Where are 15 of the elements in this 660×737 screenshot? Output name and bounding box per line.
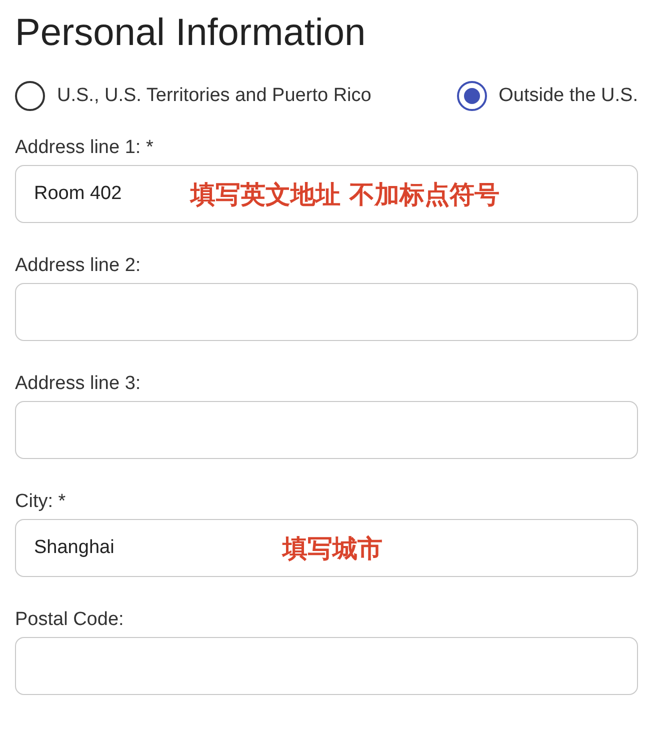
field-label: Address line 1: * xyxy=(15,137,154,159)
text-field[interactable] xyxy=(15,637,638,695)
field-label: Address line 2: xyxy=(15,255,142,277)
text-field[interactable] xyxy=(15,401,638,459)
radio-label[interactable]: Outside the U.S. xyxy=(498,85,638,107)
radio-button[interactable] xyxy=(456,81,487,111)
field-label: Postal Code: xyxy=(15,609,125,631)
annotation-text: 填写英文地址 不加标点符号 xyxy=(190,179,500,211)
field-label: City: * xyxy=(15,491,67,513)
annotation-text: 填写城市 xyxy=(282,533,382,565)
radio-label[interactable]: U.S., U.S. Territories and Puerto Rico xyxy=(57,85,372,107)
page-title: Personal Information xyxy=(15,12,367,55)
field-label: Address line 3: xyxy=(15,373,142,395)
radio-button[interactable] xyxy=(15,81,45,111)
text-field[interactable] xyxy=(15,283,638,341)
